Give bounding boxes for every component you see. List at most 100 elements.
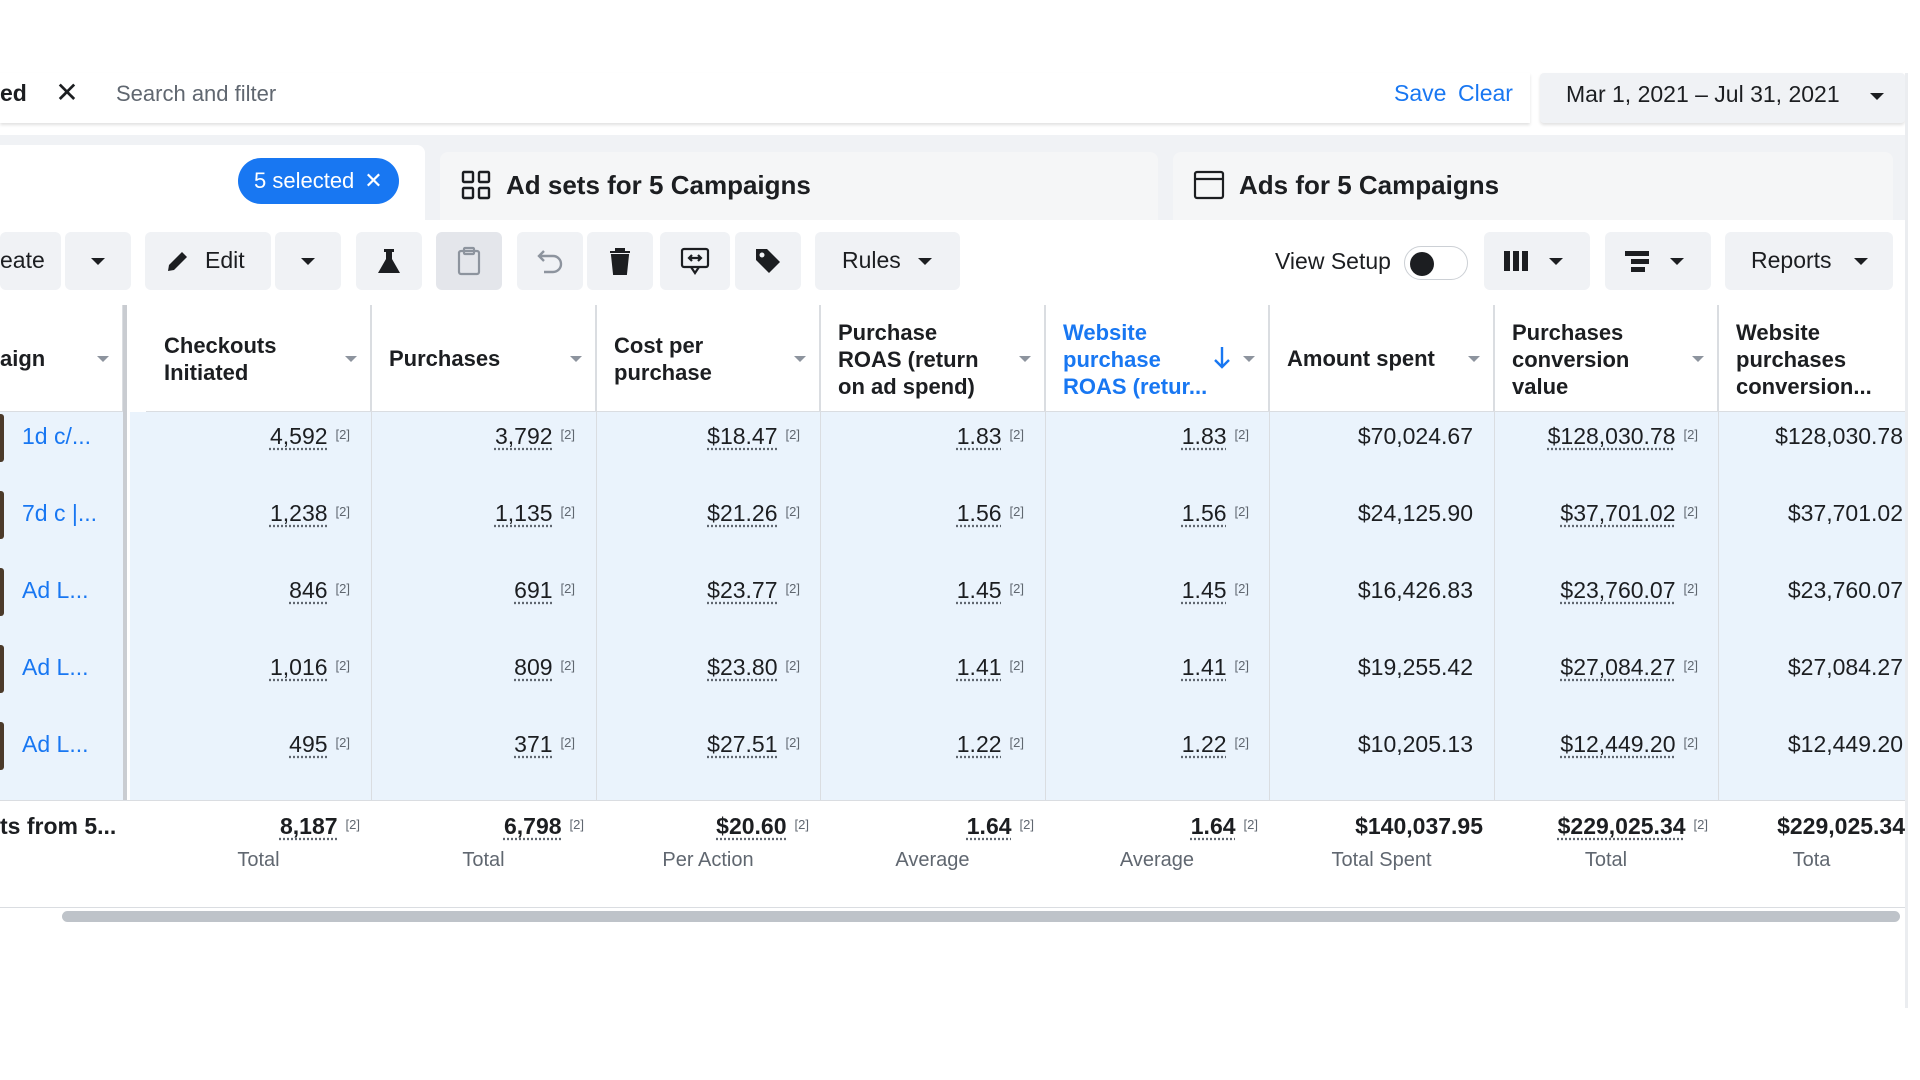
footnote-marker[interactable]: [2] xyxy=(1010,581,1024,596)
footnote-marker[interactable]: [2] xyxy=(1020,817,1034,832)
column-header-checkouts[interactable]: Checkouts Initiated xyxy=(146,305,371,412)
columns-button[interactable] xyxy=(1484,232,1590,290)
footnote-marker[interactable]: [2] xyxy=(1235,581,1249,596)
column-header-campaign[interactable]: aign xyxy=(0,305,123,412)
total-roas: 1.64 [2] xyxy=(814,813,1034,840)
column-header-purchase-roas[interactable]: Purchase ROAS (return on ad spend) xyxy=(820,305,1045,412)
date-range-picker[interactable]: Mar 1, 2021 – Jul 31, 2021 xyxy=(1540,73,1905,123)
column-header-website-conversion[interactable]: Website purchases conversion... xyxy=(1718,305,1905,412)
caret-down-icon xyxy=(91,258,105,265)
table-cell-checkouts: 1,016 [2] xyxy=(150,654,350,684)
column-header-purchases[interactable]: Purchases xyxy=(371,305,596,412)
cell-value: $128,030.78 xyxy=(1775,423,1903,449)
footnote-marker[interactable]: [2] xyxy=(1235,658,1249,673)
save-filter-link[interactable]: Save xyxy=(1394,80,1446,107)
footnote-marker[interactable]: [2] xyxy=(561,427,575,442)
search-input[interactable] xyxy=(114,78,1314,110)
footnote-marker[interactable]: [2] xyxy=(336,735,350,750)
tab-ads[interactable]: Ads for 5 Campaigns xyxy=(1173,152,1893,220)
table-cell-purchases: 1,135 [2] xyxy=(375,500,575,530)
cell-value: $70,024.67 xyxy=(1357,423,1473,449)
rules-button[interactable]: Rules xyxy=(815,232,960,290)
table-cell-roas: 1.22 [2] xyxy=(824,731,1024,761)
footnote-marker[interactable]: [2] xyxy=(786,427,800,442)
create-button[interactable]: eate xyxy=(0,232,61,290)
footnote-marker[interactable]: [2] xyxy=(1244,817,1258,832)
table-cell-roas: 1.41 [2] xyxy=(824,654,1024,684)
footnote-marker[interactable]: [2] xyxy=(336,658,350,673)
footnote-marker[interactable]: [2] xyxy=(336,581,350,596)
clear-filter-link[interactable]: Clear xyxy=(1458,80,1513,107)
tag-button[interactable] xyxy=(735,232,801,290)
footnote-marker[interactable]: [2] xyxy=(336,427,350,442)
campaign-name-link[interactable]: Ad L... xyxy=(22,577,88,604)
footnote-marker[interactable]: [2] xyxy=(1010,504,1024,519)
delete-button[interactable] xyxy=(587,232,653,290)
footnote-marker[interactable]: [2] xyxy=(1235,427,1249,442)
column-header-amount-spent[interactable]: Amount spent xyxy=(1269,305,1494,412)
undo-button[interactable] xyxy=(517,232,583,290)
footnote-marker[interactable]: [2] xyxy=(1684,504,1698,519)
footnote-marker[interactable]: [2] xyxy=(561,581,575,596)
close-icon[interactable]: ✕ xyxy=(364,168,382,193)
edit-button[interactable]: Edit xyxy=(145,232,271,290)
footnote-marker[interactable]: [2] xyxy=(561,504,575,519)
cell-value: 1.22 xyxy=(956,731,1002,757)
cell-value: 495 xyxy=(289,731,328,757)
breakdown-button[interactable] xyxy=(1605,232,1711,290)
total-subtitle: Per Action xyxy=(662,849,754,871)
footnote-marker[interactable]: [2] xyxy=(786,735,800,750)
column-header-cost-per-purchase[interactable]: Cost per purchase xyxy=(596,305,820,412)
table-cell-checkouts: 1,238 [2] xyxy=(150,500,350,530)
sort-down-arrow-icon[interactable] xyxy=(1212,345,1232,371)
campaign-name-link[interactable]: 7d c |... xyxy=(22,500,97,527)
table-cell-cost: $23.77 [2] xyxy=(600,577,800,607)
duplicate-button[interactable] xyxy=(436,232,502,290)
close-icon[interactable]: ✕ xyxy=(52,78,82,108)
footnote-marker[interactable]: [2] xyxy=(1010,735,1024,750)
footnote-marker[interactable]: [2] xyxy=(786,504,800,519)
ab-test-button[interactable] xyxy=(660,232,730,290)
caret-down-icon xyxy=(1692,356,1704,362)
tab-adsets[interactable]: Ad sets for 5 Campaigns xyxy=(440,152,1158,220)
footnote-marker[interactable]: [2] xyxy=(1684,427,1698,442)
cell-value: 1,238 xyxy=(269,500,328,526)
footnote-marker[interactable]: [2] xyxy=(561,658,575,673)
caret-down-icon xyxy=(1670,258,1684,265)
footnote-marker[interactable]: [2] xyxy=(1235,504,1249,519)
selected-count-pill[interactable]: 5 selected ✕ xyxy=(238,158,399,204)
footnote-marker[interactable]: [2] xyxy=(1684,581,1698,596)
footnote-marker[interactable]: [2] xyxy=(570,817,584,832)
footnote-marker[interactable]: [2] xyxy=(1235,735,1249,750)
footnote-marker[interactable]: [2] xyxy=(561,735,575,750)
footnote-marker[interactable]: [2] xyxy=(336,504,350,519)
caret-down-icon xyxy=(1549,258,1563,265)
create-button-label: eate xyxy=(0,247,45,273)
horizontal-scrollbar[interactable] xyxy=(62,911,1900,922)
footnote-marker[interactable]: [2] xyxy=(1684,735,1698,750)
footnote-marker[interactable]: [2] xyxy=(346,817,360,832)
footnote-marker[interactable]: [2] xyxy=(786,658,800,673)
cell-value: 809 xyxy=(514,654,553,680)
column-header-conversion-value[interactable]: Purchases conversion value xyxy=(1494,305,1718,412)
column-header-website-roas[interactable]: Website purchase ROAS (retur... xyxy=(1045,305,1269,412)
footnote-marker[interactable]: [2] xyxy=(1010,658,1024,673)
footnote-marker[interactable]: [2] xyxy=(1010,427,1024,442)
table-cell-web-conv: $27,084.27 xyxy=(1703,654,1903,684)
campaign-name-link[interactable]: 1d c/... xyxy=(22,423,91,450)
edit-dropdown-button[interactable] xyxy=(275,232,341,290)
table-cell-web-roas: 1.83 [2] xyxy=(1049,423,1249,453)
footnote-marker[interactable]: [2] xyxy=(1684,658,1698,673)
reports-button[interactable]: Reports xyxy=(1725,232,1893,290)
footnote-marker[interactable]: [2] xyxy=(795,817,809,832)
table-cell-spent: $16,426.83 xyxy=(1273,577,1473,607)
create-dropdown-button[interactable] xyxy=(65,232,131,290)
campaign-name-link[interactable]: Ad L... xyxy=(22,654,88,681)
total-spent: $140,037.95 xyxy=(1263,813,1483,840)
view-setup-toggle[interactable] xyxy=(1404,246,1468,280)
test-button[interactable] xyxy=(356,232,422,290)
column-header-campaign-label: aign xyxy=(0,346,46,371)
footnote-marker[interactable]: [2] xyxy=(786,581,800,596)
campaign-name-link[interactable]: Ad L... xyxy=(22,731,88,758)
filter-chip-label: ed xyxy=(0,80,27,106)
